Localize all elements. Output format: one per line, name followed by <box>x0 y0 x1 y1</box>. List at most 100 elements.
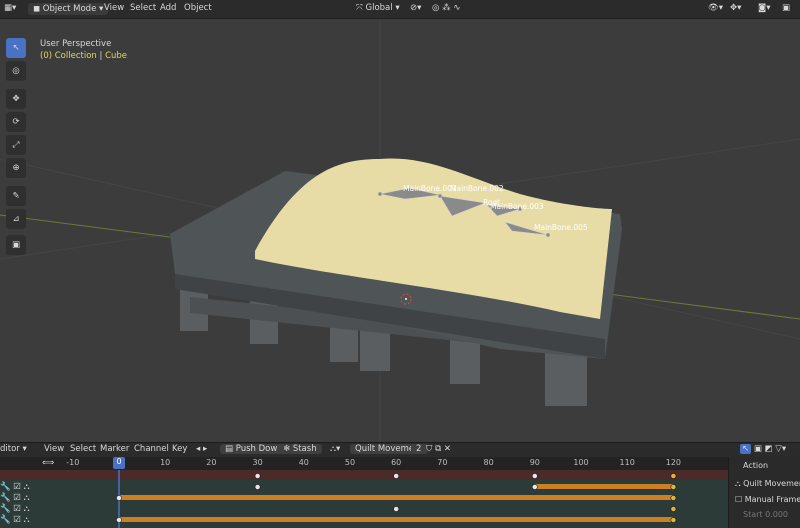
keyframe[interactable] <box>531 473 538 479</box>
select-tool[interactable]: ↖ <box>6 38 26 58</box>
proportional-edit-icon[interactable]: ◎ ⁂ ∿ <box>432 3 460 13</box>
move-tool[interactable]: ✥ <box>6 89 26 109</box>
menu-object[interactable]: Object <box>184 3 212 13</box>
menu-add[interactable]: Add <box>160 3 176 13</box>
channel-row[interactable]: 🔧 ☑ ⛬ <box>0 493 57 504</box>
measure-tool[interactable]: ⊿ <box>6 209 26 229</box>
keyframe[interactable] <box>670 473 677 479</box>
visibility-icon[interactable]: 👁▾ <box>708 3 723 13</box>
transform-tool[interactable]: ⊕ <box>6 158 26 178</box>
keyframe[interactable] <box>254 473 261 479</box>
bone-label: Root <box>483 198 500 207</box>
editor-type-icon[interactable]: ▦▾ <box>4 3 16 13</box>
rotate-icon: ⟳ <box>12 117 20 127</box>
active-object-label: Cube <box>105 51 128 61</box>
menu-channel[interactable]: Channel <box>134 444 169 454</box>
channel-area[interactable]: 🔧 ☑ ⛬ 🔧 ☑ ⛬ 🔧 ☑ ⛬ 🔧 ☑ ⛬ <box>0 470 728 528</box>
add-cube-tool[interactable]: ▣ <box>6 235 26 255</box>
keyframe[interactable] <box>393 473 400 479</box>
menu-view[interactable]: View <box>104 3 124 13</box>
manual-range-label: Manual Frame Ra <box>744 495 800 504</box>
current-frame-indicator[interactable]: 0 <box>113 457 125 469</box>
action-field[interactable]: ⛬ Quilt Movemen <box>735 479 800 489</box>
ruler-tick: 10 <box>160 458 171 467</box>
start-field[interactable]: Start 0.000 <box>743 510 788 519</box>
hold-bar <box>119 517 674 522</box>
mode-dropdown[interactable]: ◼ Object Mode ▾ <box>28 3 109 15</box>
users-count: 2 <box>416 444 422 454</box>
toolbar: ↖ ◎ ✥ ⟳ ⤢ ⊕ ✎ ⊿ ▣ <box>6 38 28 258</box>
editor-type-dropdown[interactable]: ditor ▾ <box>0 444 27 454</box>
annotate-tool[interactable]: ✎ <box>6 186 26 206</box>
editor-label: ditor <box>0 444 20 454</box>
orientation-icon: ⤧ <box>356 3 366 13</box>
range-icon[interactable]: ⟺ <box>42 458 54 468</box>
cube-icon: ▣ <box>11 240 21 250</box>
menu-key[interactable]: Key <box>172 444 187 454</box>
ruler-tick: -10 <box>66 458 80 467</box>
keyframe[interactable] <box>254 484 261 490</box>
stash-button[interactable]: ❄ Stash <box>278 444 322 454</box>
manual-range-checkbox[interactable]: ☐ Manual Frame Ra <box>735 495 800 504</box>
info-separator: | <box>99 51 103 61</box>
keyframe[interactable] <box>531 484 538 490</box>
rotate-tool[interactable]: ⟳ <box>6 112 26 132</box>
mode-label: Object Mode <box>42 4 97 14</box>
keyframe[interactable] <box>393 506 400 512</box>
action-sidebar: Action ⛬ Quilt Movemen ☐ Manual Frame Ra… <box>728 457 800 528</box>
push-down-icon: ▤ <box>225 444 236 454</box>
ruler-tick: 40 <box>298 458 309 467</box>
channel-row[interactable]: 🔧 ☑ ⛬ <box>0 482 57 493</box>
action-field-label: Quilt Movemen <box>743 479 800 488</box>
ruler-tick: 80 <box>483 458 494 467</box>
keyframe-area[interactable] <box>57 470 728 528</box>
menu-view[interactable]: View <box>44 444 64 454</box>
transform-label: Global <box>365 3 393 13</box>
channel-row[interactable]: 🔧 ☑ ⛬ <box>0 504 57 515</box>
snowflake-icon: ❄ <box>283 444 293 454</box>
keyframe[interactable] <box>116 517 122 523</box>
keyframe[interactable] <box>670 484 677 490</box>
cursor-tool[interactable]: ◎ <box>6 61 26 81</box>
snap-icon[interactable]: ⊘▾ <box>410 3 421 13</box>
channel-row[interactable]: 🔧 ☑ ⛬ <box>0 515 57 526</box>
filter-icons[interactable]: ↖ ▣ ◩ ▽▾ <box>740 444 786 454</box>
fake-user-icon[interactable]: ⛉ ⧉ ✕ <box>426 444 451 454</box>
ruler-tick: 60 <box>391 458 402 467</box>
ruler-tick: 110 <box>619 458 635 467</box>
frame-ruler[interactable]: ⟺ -10 0 10 20 30 40 50 60 70 80 90 100 110 120 <box>0 457 728 470</box>
viewport-info: User Perspective (0) Collection | Cube <box>40 38 127 62</box>
transform-orientation-dropdown[interactable]: ⤧ Global ▾ <box>356 3 400 13</box>
xray-icon[interactable]: ▣ <box>782 3 790 13</box>
keyframe[interactable] <box>116 495 122 501</box>
collection-label: (0) Collection <box>40 51 97 61</box>
object-mode-icon: ◼ <box>33 4 43 14</box>
transform-icon: ⊕ <box>12 163 20 173</box>
ruler-tick: 120 <box>665 458 682 467</box>
menu-select[interactable]: Select <box>130 3 156 13</box>
bone-label: MainBone.002 <box>450 184 504 193</box>
cursor-icon: ↖ <box>12 43 20 53</box>
ruler-tick: 70 <box>437 458 448 467</box>
keyframe[interactable] <box>670 517 677 523</box>
bone-label: MainBone.001 <box>403 184 457 193</box>
scale-tool[interactable]: ⤢ <box>6 135 26 155</box>
ruler-icon: ⊿ <box>12 214 20 224</box>
ruler-tick: 100 <box>573 458 589 467</box>
action-nav-icon[interactable]: ◂ ▸ <box>196 444 207 454</box>
action-users[interactable]: 2 <box>411 444 427 454</box>
gizmo-icon[interactable]: ✥▾ <box>730 3 741 13</box>
keyframe[interactable] <box>670 495 677 501</box>
keyframe[interactable] <box>670 506 677 512</box>
action-browse-icon[interactable]: ⛬▾ <box>330 444 340 454</box>
hold-bar <box>534 484 674 489</box>
move-icon: ✥ <box>12 94 20 104</box>
3d-viewport[interactable]: MainBone.001 MainBone.002 MainBone.003 M… <box>0 19 800 442</box>
scale-icon: ⤢ <box>12 140 20 150</box>
menu-select[interactable]: Select <box>70 444 96 454</box>
perspective-label: User Perspective <box>40 39 112 49</box>
viewport-header: ▦▾ ◼ Object Mode ▾ View Select Add Objec… <box>0 0 800 19</box>
menu-marker[interactable]: Marker <box>100 444 129 454</box>
stash-label: Stash <box>292 444 317 454</box>
overlay-icon[interactable]: ◙▾ <box>758 3 771 13</box>
